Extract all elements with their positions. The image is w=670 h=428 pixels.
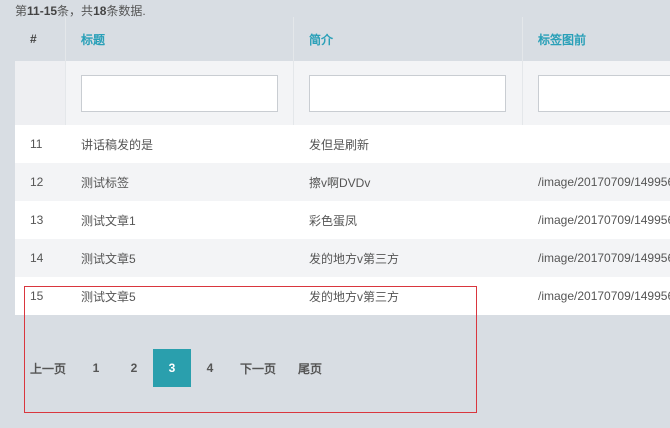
header-intro[interactable]: 简介 bbox=[293, 17, 522, 61]
header-image[interactable]: 标签图前 bbox=[522, 17, 670, 61]
table-row: 11 讲话稿发的是 发但是刷新 bbox=[15, 125, 670, 163]
page-2-button[interactable]: 2 bbox=[115, 349, 153, 387]
row-intro: 发的地方v第三方 bbox=[309, 289, 400, 304]
filter-title-input[interactable] bbox=[81, 74, 278, 112]
data-grid: # 标题 简介 标签图前 11 讲话稿发的是 发但是刷新 12 测试标签 擦v啊… bbox=[15, 17, 670, 315]
row-title: 测试文章5 bbox=[81, 289, 136, 304]
table-row: 14 测试文章5 发的地方v第三方 /image/20170709/149956… bbox=[15, 239, 670, 277]
filter-intro-cell bbox=[293, 61, 522, 125]
row-image bbox=[522, 125, 670, 163]
row-intro: 擦v啊DVDv bbox=[309, 175, 371, 190]
row-id: 14 bbox=[30, 251, 44, 265]
row-title: 测试文章5 bbox=[81, 251, 136, 266]
filter-image-input[interactable] bbox=[538, 74, 670, 112]
last-page-button[interactable]: 尾页 bbox=[287, 349, 333, 387]
page-4-button[interactable]: 4 bbox=[191, 349, 229, 387]
summary-suffix: 条数据. bbox=[106, 4, 146, 18]
row-intro: 发但是刷新 bbox=[309, 137, 370, 152]
summary-total: 18 bbox=[93, 4, 107, 18]
table-row: 13 测试文章1 彩色蛋凤 /image/20170709/1499569 bbox=[15, 201, 670, 239]
filter-id-cell bbox=[15, 61, 65, 125]
summary-middle: 条，共 bbox=[57, 4, 94, 18]
header-id[interactable]: # bbox=[15, 17, 65, 61]
page-1-button[interactable]: 1 bbox=[77, 349, 115, 387]
table-row: 15 测试文章5 发的地方v第三方 /image/20170709/149956… bbox=[15, 277, 670, 315]
row-title: 测试文章1 bbox=[81, 213, 136, 228]
pagination: 上一页 1 2 3 4 下一页 尾页 bbox=[19, 349, 333, 387]
row-image: /image/20170709/1499569 bbox=[538, 251, 670, 265]
filter-intro-input[interactable] bbox=[309, 74, 506, 112]
row-title: 测试标签 bbox=[81, 175, 130, 190]
row-id: 12 bbox=[30, 175, 44, 189]
table-row: 12 测试标签 擦v啊DVDv /image/20170709/1499569 bbox=[15, 163, 670, 201]
filter-title-cell bbox=[65, 61, 293, 125]
header-title[interactable]: 标题 bbox=[65, 17, 293, 61]
summary-range: 11-15 bbox=[27, 4, 58, 18]
row-title: 讲话稿发的是 bbox=[81, 137, 154, 152]
row-id: 11 bbox=[30, 137, 43, 151]
row-id: 15 bbox=[30, 289, 44, 303]
filter-row bbox=[15, 61, 670, 125]
row-intro: 发的地方v第三方 bbox=[309, 251, 400, 266]
row-image: /image/20170709/1499569 bbox=[538, 175, 670, 189]
table-header-row: # 标题 简介 标签图前 bbox=[15, 17, 670, 61]
row-intro: 彩色蛋凤 bbox=[309, 213, 358, 228]
row-image: /image/20170709/1499569 bbox=[538, 213, 670, 227]
page-3-button[interactable]: 3 bbox=[153, 349, 192, 387]
filter-image-cell bbox=[522, 61, 670, 125]
row-image: /image/20170709/1499569 bbox=[538, 289, 670, 303]
next-page-button[interactable]: 下一页 bbox=[229, 349, 287, 387]
row-id: 13 bbox=[30, 213, 44, 227]
summary-prefix: 第 bbox=[15, 4, 28, 18]
prev-page-button[interactable]: 上一页 bbox=[19, 349, 77, 387]
